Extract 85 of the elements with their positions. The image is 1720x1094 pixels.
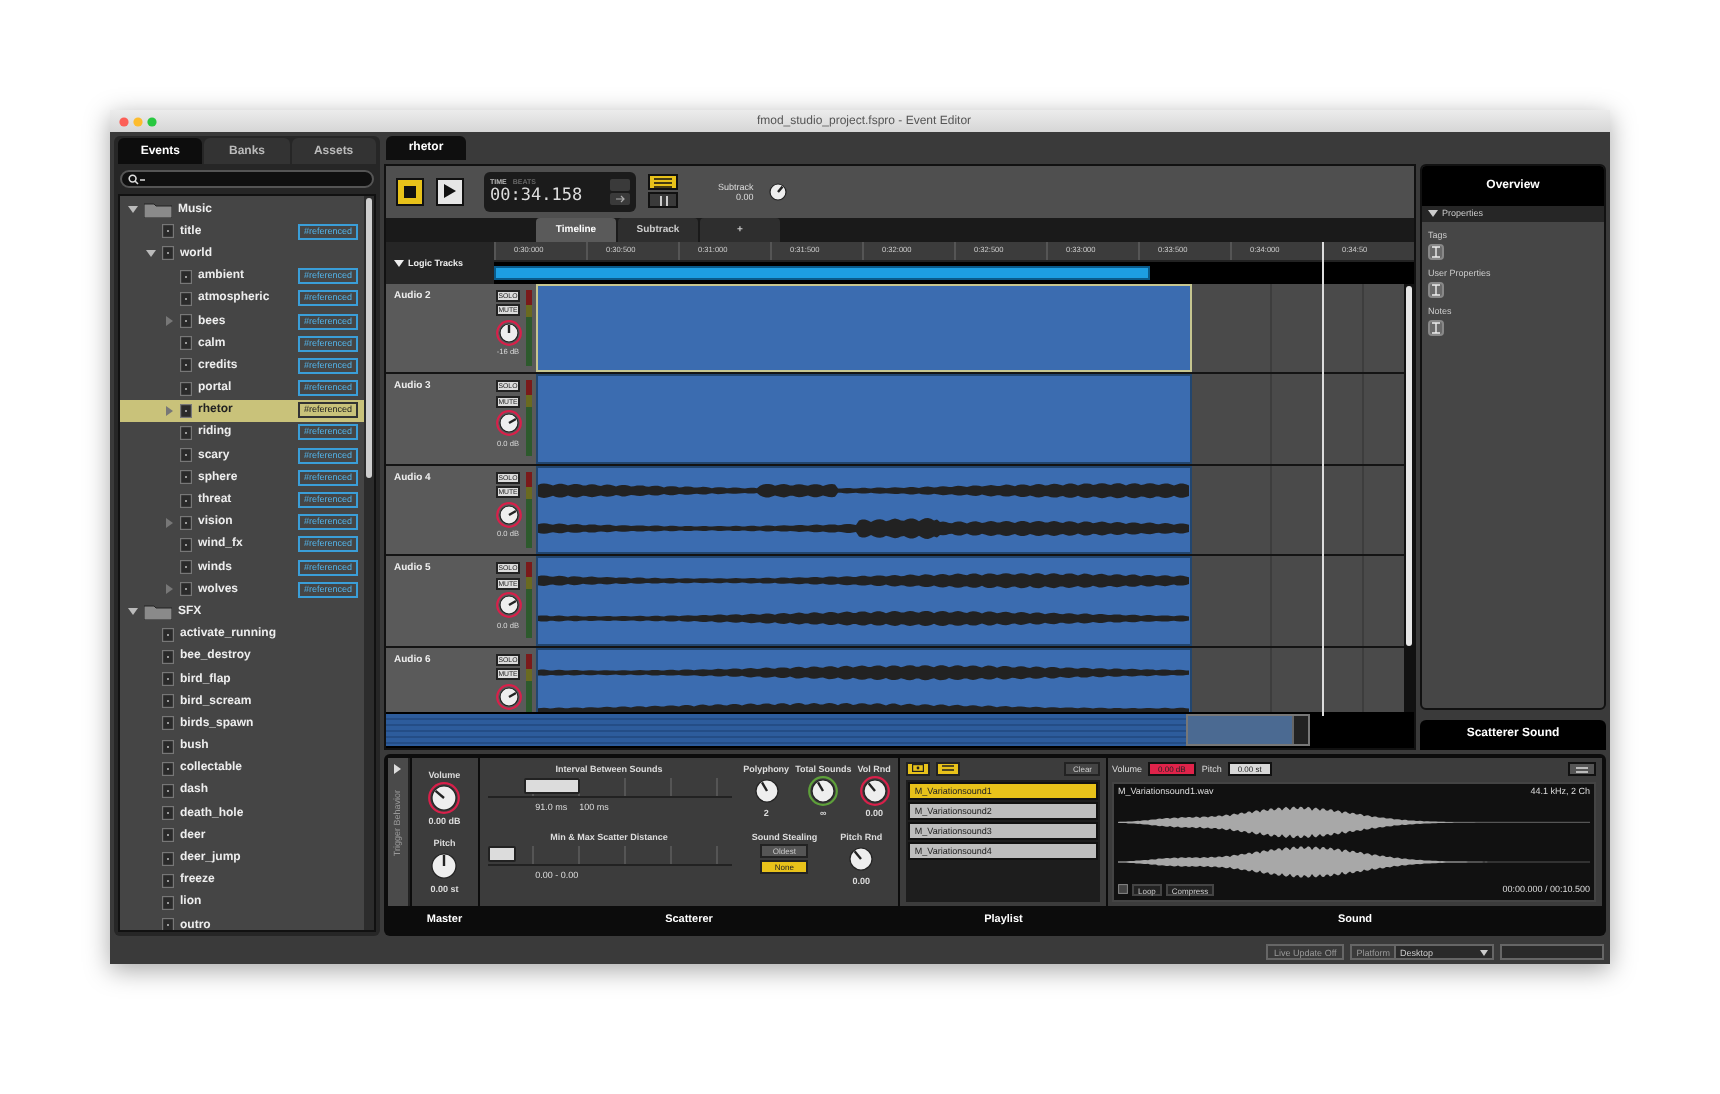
event-icon: [180, 291, 192, 306]
folder-icon: [144, 201, 172, 218]
stop-button[interactable]: [396, 177, 424, 206]
options-button[interactable]: [1568, 762, 1596, 777]
level-meter: [526, 380, 532, 457]
loop-region-bar[interactable]: [494, 265, 1150, 280]
time-readout: 00:34.158: [490, 185, 585, 206]
text-field[interactable]: [1428, 281, 1444, 298]
event-icon: [162, 739, 174, 754]
pause-toggle-button[interactable]: [648, 192, 678, 209]
event-icon: [162, 672, 174, 687]
audio-clip[interactable]: [536, 374, 1192, 464]
list-toggle-button[interactable]: [648, 174, 678, 191]
event-icon: [180, 470, 192, 485]
text-field[interactable]: [1428, 319, 1444, 336]
pause-icon: [659, 195, 667, 206]
knob[interactable]: [859, 775, 890, 806]
event-icon: [180, 560, 192, 575]
event-icon: [180, 314, 192, 329]
event-icon: [180, 582, 192, 597]
search-icon: [128, 173, 146, 185]
dice-icon: [912, 764, 925, 773]
knob[interactable]: [495, 501, 521, 528]
event-icon: [180, 515, 192, 530]
knob[interactable]: [428, 849, 461, 882]
play-icon: [444, 184, 456, 199]
event-icon: [180, 403, 192, 418]
event-icon: [162, 895, 174, 910]
scrollbar-thumb[interactable]: [366, 198, 372, 478]
event-icon: [180, 336, 192, 351]
event-icon: [162, 873, 174, 888]
knob[interactable]: [495, 410, 521, 437]
knob[interactable]: [765, 179, 790, 204]
expand-arrow-icon[interactable]: [1428, 208, 1438, 219]
event-icon: [180, 425, 192, 440]
event-icon: [162, 694, 174, 709]
add-button[interactable]: [906, 761, 931, 776]
event-icon: [162, 918, 174, 930]
event-icon: [180, 269, 192, 284]
search-field[interactable]: [120, 170, 374, 188]
level-meter: [526, 289, 532, 366]
level-meter: [526, 562, 532, 639]
text-cursor-icon: [1432, 321, 1440, 334]
event-icon: [162, 224, 174, 239]
play-button[interactable]: [436, 177, 464, 206]
event-icon: [162, 761, 174, 776]
event-icon: [162, 649, 174, 664]
event-icon: [180, 537, 192, 552]
folder-icon: [144, 603, 172, 620]
stop-icon: [404, 185, 416, 198]
event-icon: [162, 828, 174, 843]
knob[interactable]: [846, 843, 877, 874]
knob[interactable]: [495, 319, 521, 346]
event-icon: [162, 806, 174, 821]
text-field[interactable]: [1500, 944, 1604, 960]
scrollbar-thumb[interactable]: [1406, 285, 1412, 646]
audio-clip[interactable]: [536, 283, 1192, 373]
text-field[interactable]: [1428, 243, 1444, 260]
range-thumb[interactable]: [523, 777, 580, 794]
knob[interactable]: [751, 775, 782, 806]
event-icon: [162, 246, 174, 261]
event-icon: [180, 448, 192, 463]
knob[interactable]: [495, 592, 521, 619]
event-icon: [180, 358, 192, 373]
event-icon: [162, 627, 174, 642]
knob[interactable]: [808, 775, 839, 806]
event-icon: [162, 716, 174, 731]
list-icon: [654, 177, 672, 188]
text-cursor-icon: [1432, 245, 1440, 258]
event-icon: [162, 783, 174, 798]
event-icon: [162, 851, 174, 866]
expand-arrow-icon[interactable]: [394, 257, 404, 268]
time-format-keys-icon[interactable]: [610, 177, 630, 206]
level-meter: [526, 653, 532, 712]
range-thumb[interactable]: [487, 845, 516, 862]
level-meter: [526, 471, 532, 548]
text-cursor-icon: [1432, 283, 1440, 296]
view-range-handle[interactable]: [1186, 713, 1310, 746]
event-icon: [180, 381, 192, 396]
caret-icon: [1480, 949, 1488, 955]
order-button[interactable]: [936, 761, 961, 776]
knob[interactable]: [495, 683, 521, 710]
event-icon: [180, 493, 192, 508]
knob[interactable]: [428, 781, 461, 814]
collapse-arrow-icon[interactable]: [392, 763, 403, 774]
